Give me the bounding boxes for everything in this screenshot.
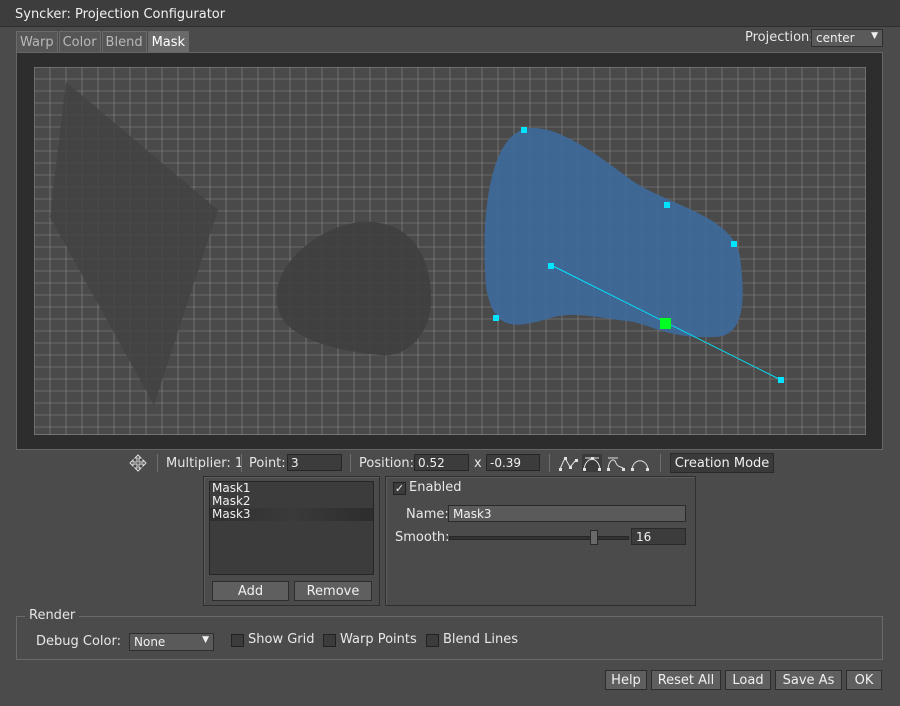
point-label: Point: xyxy=(249,456,286,471)
selected-control-point[interactable] xyxy=(660,318,671,329)
arc-tool-icon[interactable] xyxy=(630,454,650,472)
debug-color-label: Debug Color: xyxy=(36,634,121,649)
blend-lines-label: Blend Lines xyxy=(443,632,519,647)
enabled-label: Enabled xyxy=(409,480,462,495)
debug-color-value: None xyxy=(134,635,166,649)
mask-toolbar: Multiplier: 1 Point: 3 Position: 0.52 x … xyxy=(120,451,780,475)
tab-blend[interactable]: Blend xyxy=(101,31,147,52)
chevron-down-icon: ▼ xyxy=(871,31,878,41)
projection-label: Projection: xyxy=(745,30,814,45)
ok-button[interactable]: OK xyxy=(846,670,882,690)
position-x-input[interactable]: 0.52 xyxy=(414,454,469,471)
smooth-tool-icon[interactable] xyxy=(606,454,626,472)
mask-editor-canvas[interactable] xyxy=(34,67,866,435)
debug-color-select[interactable]: None ▼ xyxy=(129,633,214,651)
smooth-slider-handle[interactable] xyxy=(590,530,598,545)
polyline-tool-icon[interactable] xyxy=(558,454,578,472)
position-separator-label: x xyxy=(474,456,482,471)
load-button[interactable]: Load xyxy=(725,670,771,690)
projection-select[interactable]: center ▼ xyxy=(811,29,883,47)
show-grid-checkbox[interactable] xyxy=(231,634,244,647)
chevron-down-icon: ▼ xyxy=(202,635,209,645)
creation-mode-button[interactable]: Creation Mode xyxy=(670,453,774,473)
smooth-label: Smooth: xyxy=(395,530,450,545)
tab-warp[interactable]: Warp xyxy=(16,31,58,52)
enabled-checkbox[interactable]: ✓ xyxy=(393,482,406,495)
help-button[interactable]: Help xyxy=(605,670,647,690)
toolbar-separator xyxy=(660,454,661,472)
warp-points-checkbox[interactable] xyxy=(323,634,336,647)
move-icon[interactable] xyxy=(128,454,148,472)
window-title: Syncker: Projection Configurator xyxy=(0,0,900,27)
name-label: Name: xyxy=(406,507,449,522)
control-point[interactable] xyxy=(664,202,670,208)
reset-all-button[interactable]: Reset All xyxy=(651,670,721,690)
show-grid-label: Show Grid xyxy=(248,632,315,647)
tangent-handle-point[interactable] xyxy=(548,263,554,269)
add-mask-button[interactable]: Add xyxy=(212,581,289,601)
warp-points-label: Warp Points xyxy=(340,632,417,647)
render-title: Render xyxy=(25,608,80,623)
point-input[interactable]: 3 xyxy=(287,454,342,471)
control-point[interactable] xyxy=(521,127,527,133)
toolbar-separator xyxy=(157,454,158,472)
tab-mask[interactable]: Mask xyxy=(147,31,190,52)
toolbar-separator xyxy=(241,454,242,472)
control-point[interactable] xyxy=(731,241,737,247)
remove-mask-button[interactable]: Remove xyxy=(294,581,372,601)
position-label: Position: xyxy=(359,456,414,471)
tab-color[interactable]: Color xyxy=(58,31,101,52)
viewport-frame xyxy=(16,52,883,450)
mask-list[interactable]: Mask1 Mask2 Mask3 xyxy=(209,481,374,575)
smooth-slider-track[interactable] xyxy=(449,530,629,545)
multiplier-label: Multiplier: 1 xyxy=(166,456,244,471)
position-y-input[interactable]: -0.39 xyxy=(486,454,540,471)
tab-bar: Warp Color Blend Mask xyxy=(16,31,190,52)
tangent-handle-point[interactable] xyxy=(778,377,784,383)
bezier-tool-icon[interactable] xyxy=(582,454,602,472)
projection-value: center xyxy=(816,31,855,45)
smooth-value-input[interactable]: 16 xyxy=(631,528,686,545)
blend-lines-checkbox[interactable] xyxy=(426,634,439,647)
control-point[interactable] xyxy=(493,315,499,321)
toolbar-separator xyxy=(549,454,550,472)
list-item-selected[interactable]: Mask3 xyxy=(210,508,373,521)
save-as-button[interactable]: Save As xyxy=(775,670,842,690)
mask-name-input[interactable]: Mask3 xyxy=(448,505,686,522)
toolbar-separator xyxy=(350,454,351,472)
